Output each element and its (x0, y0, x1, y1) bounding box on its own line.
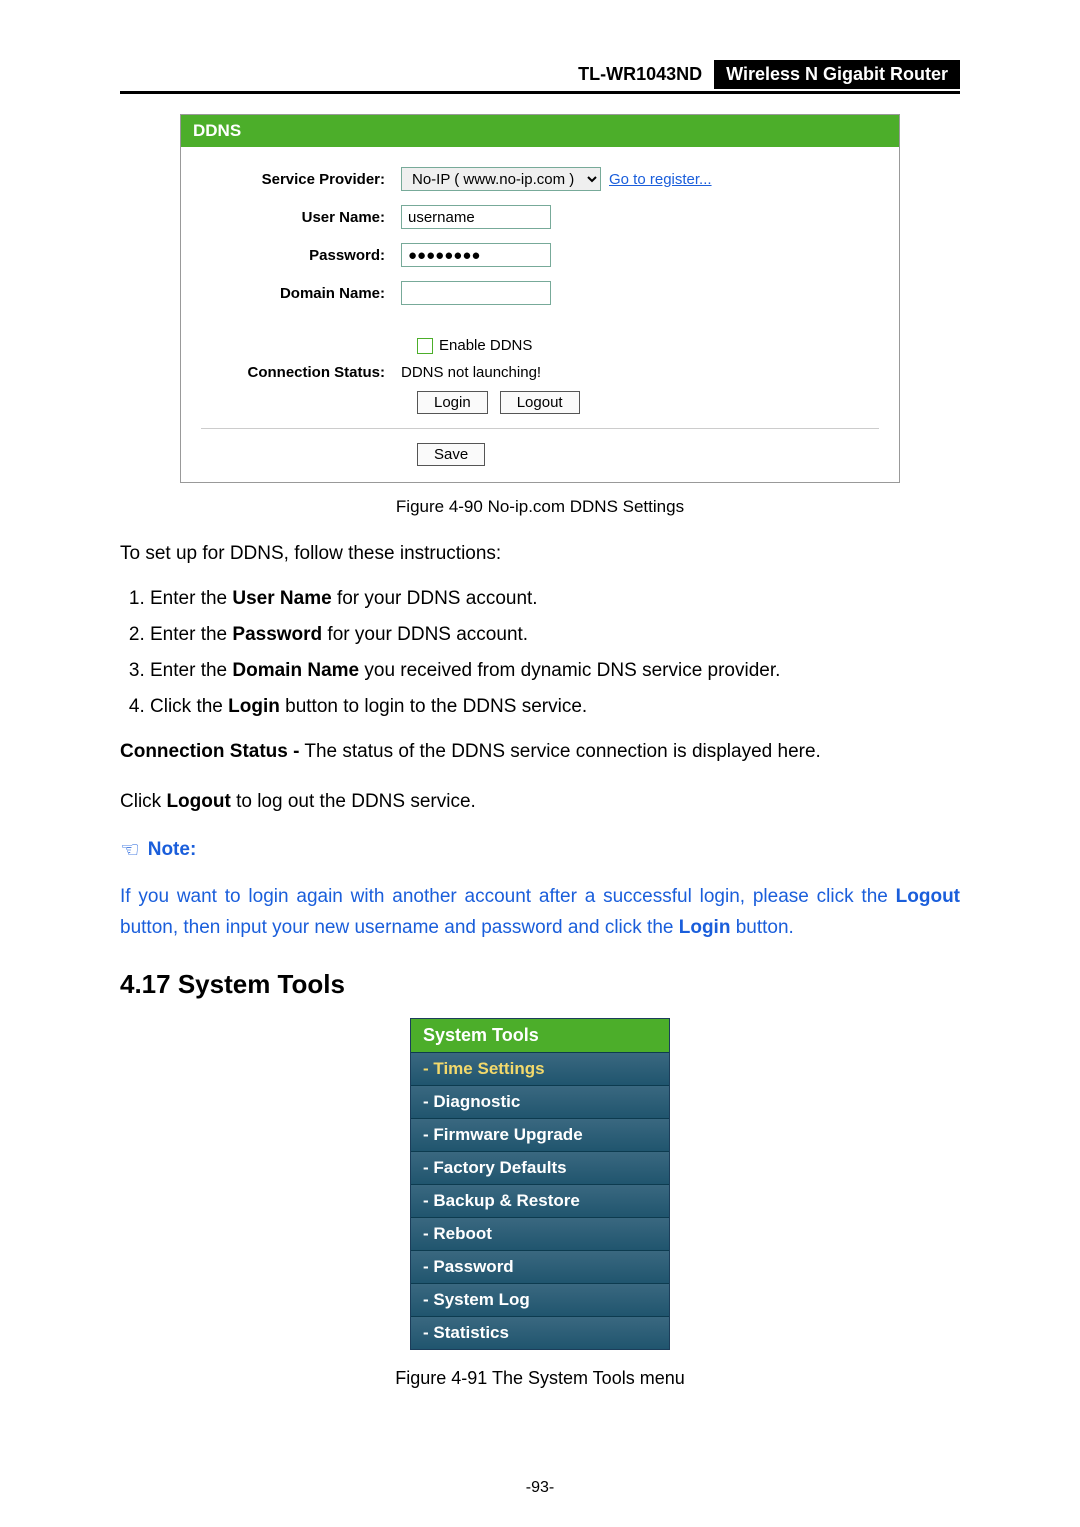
domain-input[interactable] (401, 281, 551, 305)
menu-item-time-settings[interactable]: - Time Settings (411, 1052, 669, 1085)
logout-button[interactable]: Logout (500, 391, 580, 414)
step-4: Click the Login button to login to the D… (150, 696, 960, 718)
menu-item-system-log[interactable]: - System Log (411, 1283, 669, 1316)
provider-select[interactable]: No-IP ( www.no-ip.com ) (401, 167, 601, 191)
label-username: User Name: (201, 209, 401, 226)
menu-item-password[interactable]: - Password (411, 1250, 669, 1283)
connection-status-description: Connection Status - The status of the DD… (120, 737, 960, 767)
step-1: Enter the User Name for your DDNS accoun… (150, 588, 960, 610)
pointing-hand-icon: ☞ (120, 837, 140, 863)
menu-item-diagnostic[interactable]: - Diagnostic (411, 1085, 669, 1118)
step-2: Enter the Password for your DDNS account… (150, 624, 960, 646)
page-header: TL-WR1043ND Wireless N Gigabit Router (120, 60, 960, 94)
username-input[interactable] (401, 205, 551, 229)
panel-title: DDNS (181, 115, 899, 147)
step-3: Enter the Domain Name you received from … (150, 660, 960, 682)
header-model: TL-WR1043ND (566, 60, 714, 89)
connection-status-value: DDNS not launching! (401, 364, 541, 381)
menu-head: System Tools (411, 1019, 669, 1052)
logout-instruction: Click Logout to log out the DDNS service… (120, 787, 960, 817)
enable-ddns-checkbox[interactable] (417, 338, 433, 354)
intro-text: To set up for DDNS, follow these instruc… (120, 539, 960, 569)
menu-item-reboot[interactable]: - Reboot (411, 1217, 669, 1250)
menu-item-backup-restore[interactable]: - Backup & Restore (411, 1184, 669, 1217)
menu-item-factory-defaults[interactable]: - Factory Defaults (411, 1151, 669, 1184)
menu-item-firmware-upgrade[interactable]: - Firmware Upgrade (411, 1118, 669, 1151)
label-service-provider: Service Provider: (201, 171, 401, 188)
divider (201, 428, 879, 429)
page-number: -93- (0, 1479, 1080, 1497)
note-heading-row: ☞ Note: (120, 837, 960, 863)
login-button[interactable]: Login (417, 391, 488, 414)
label-password: Password: (201, 247, 401, 264)
password-input[interactable] (401, 243, 551, 267)
ddns-panel: DDNS Service Provider: No-IP ( www.no-ip… (180, 114, 900, 483)
register-link[interactable]: Go to register... (609, 171, 712, 188)
label-domain: Domain Name: (201, 285, 401, 302)
label-connection-status: Connection Status: (201, 364, 401, 381)
enable-ddns-label: Enable DDNS (439, 337, 532, 354)
steps-list: Enter the User Name for your DDNS accoun… (120, 588, 960, 718)
note-text: If you want to login again with another … (120, 882, 960, 943)
system-tools-menu: System Tools - Time Settings - Diagnosti… (410, 1018, 670, 1350)
header-product: Wireless N Gigabit Router (714, 60, 960, 89)
figure-caption-ddns: Figure 4-90 No-ip.com DDNS Settings (120, 497, 960, 517)
menu-item-statistics[interactable]: - Statistics (411, 1316, 669, 1349)
save-button[interactable]: Save (417, 443, 485, 466)
section-heading: 4.17 System Tools (120, 969, 960, 1000)
note-label: Note: (148, 839, 197, 861)
figure-caption-menu: Figure 4-91 The System Tools menu (120, 1368, 960, 1389)
